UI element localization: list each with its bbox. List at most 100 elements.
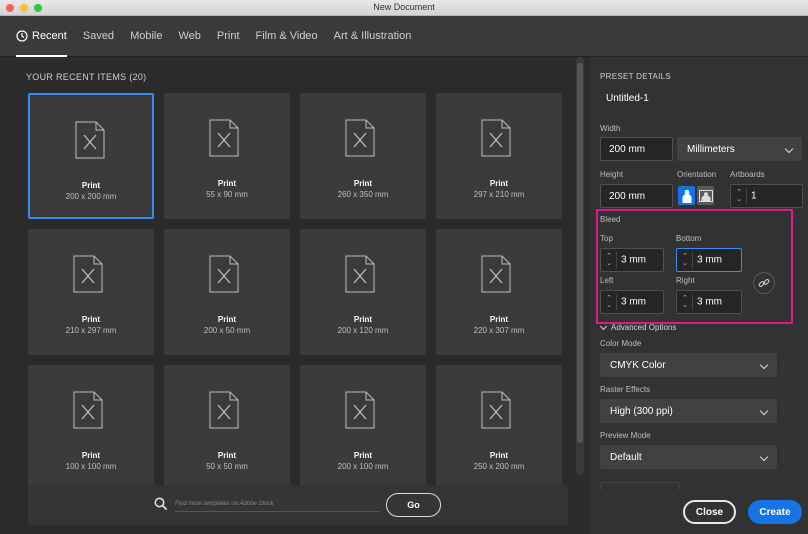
orientation-landscape-button[interactable] <box>697 186 714 205</box>
recent-item-card[interactable]: Print 200 x 100 mm <box>300 365 426 491</box>
recent-items-grid: Print 200 x 200 mm Print 55 x 90 mm Print 2… <box>28 93 578 503</box>
recent-items-title: YOUR RECENT ITEMS <box>26 72 127 82</box>
preview-mode-label: Preview Mode <box>600 431 651 440</box>
bleed-bottom-stepper[interactable]: ⌃ ⌄ 3 mm <box>676 248 742 272</box>
document-icon <box>73 391 103 429</box>
artboards-value: 1 <box>751 190 757 202</box>
title-bar: New Document <box>0 0 808 16</box>
item-size: 200 x 200 mm <box>65 192 117 201</box>
item-size: 200 x 100 mm <box>337 462 389 471</box>
item-size: 297 x 210 mm <box>473 190 525 199</box>
color-mode-select[interactable]: CMYK Color <box>600 353 777 377</box>
bleed-label: Bleed <box>600 215 621 224</box>
tab-art-illustration[interactable]: Art & Illustration <box>334 16 412 57</box>
tab-film-video[interactable]: Film & Video <box>256 16 318 57</box>
item-name: Print <box>489 451 509 460</box>
create-button[interactable]: Create <box>748 500 802 524</box>
height-input[interactable]: 200 mm <box>600 184 673 208</box>
recent-item-card[interactable]: Print 200 x 120 mm <box>300 229 426 355</box>
recent-item-card[interactable]: Print 200 x 200 mm <box>28 93 154 219</box>
category-tabs: Recent Saved Mobile Web Print Film & Vid… <box>0 16 808 57</box>
width-label: Width <box>600 124 621 133</box>
tab-recent[interactable]: Recent <box>16 16 67 57</box>
recent-item-card[interactable]: Print 55 x 90 mm <box>164 93 290 219</box>
bleed-right-stepper[interactable]: ⌃ ⌄ 3 mm <box>676 290 742 314</box>
units-select[interactable]: Millimeters <box>677 137 802 161</box>
document-name-field[interactable]: Untitled-1 <box>606 93 649 104</box>
item-size: 250 x 200 mm <box>473 462 525 471</box>
recent-item-card[interactable]: Print 100 x 100 mm <box>28 365 154 491</box>
chevron-down-icon <box>759 452 769 462</box>
scrollbar-thumb[interactable] <box>577 63 583 443</box>
recent-items-panel: YOUR RECENT ITEMS (20) Print 200 x 200 mm… <box>10 57 588 534</box>
recent-items-scrollbar[interactable] <box>576 57 584 475</box>
stepper-divider <box>616 252 617 268</box>
item-size: 200 x 50 mm <box>203 326 251 335</box>
item-size: 200 x 120 mm <box>337 326 389 335</box>
recent-item-card[interactable]: Print 200 x 50 mm <box>164 229 290 355</box>
color-mode-label: Color Mode <box>600 339 642 348</box>
preset-details-panel: PRESET DETAILS Untitled-1 Width 200 mm M… <box>590 57 808 534</box>
tab-print[interactable]: Print <box>217 16 240 57</box>
item-size: 260 x 350 mm <box>337 190 389 199</box>
tab-mobile[interactable]: Mobile <box>130 16 162 57</box>
item-size: 100 x 100 mm <box>65 462 117 471</box>
more-options-edge <box>600 482 680 490</box>
raster-effects-value: High (300 ppi) <box>610 405 673 417</box>
stepper-arrows-icon[interactable]: ⌃ ⌄ <box>605 295 613 309</box>
item-size: 210 x 297 mm <box>65 326 117 335</box>
bleed-right-label: Right <box>676 276 695 285</box>
raster-effects-select[interactable]: High (300 ppi) <box>600 399 777 423</box>
artboards-stepper[interactable]: ⌃ ⌄ 1 <box>730 184 803 208</box>
recent-item-card[interactable]: Print 220 x 307 mm <box>436 229 562 355</box>
document-icon <box>73 255 103 293</box>
close-button[interactable]: Close <box>683 500 736 524</box>
bleed-left-stepper[interactable]: ⌃ ⌄ 3 mm <box>600 290 664 314</box>
recent-item-card[interactable]: Print 260 x 350 mm <box>300 93 426 219</box>
window-title: New Document <box>373 2 435 12</box>
height-label: Height <box>600 170 624 179</box>
recent-item-card[interactable]: Print 210 x 297 mm <box>28 229 154 355</box>
item-name: Print <box>217 315 237 324</box>
recent-item-card[interactable]: Print 297 x 210 mm <box>436 93 562 219</box>
go-button[interactable]: Go <box>386 493 441 517</box>
advanced-options-toggle[interactable]: Advanced Options <box>599 322 677 332</box>
recent-items-header: YOUR RECENT ITEMS (20) <box>26 72 146 82</box>
stepper-divider <box>616 294 617 310</box>
orientation-label: Orientation <box>677 170 717 179</box>
tab-label: Film & Video <box>255 30 318 42</box>
item-name: Print <box>353 315 373 324</box>
bleed-top-stepper[interactable]: ⌃ ⌄ 3 mm <box>600 248 664 272</box>
tab-saved[interactable]: Saved <box>83 16 114 57</box>
stepper-arrows-icon[interactable]: ⌃ ⌄ <box>681 295 689 309</box>
tab-label: Web <box>178 30 201 42</box>
raster-effects-label: Raster Effects <box>600 385 651 394</box>
document-icon <box>481 255 511 293</box>
stock-search-input[interactable]: Find more templates on Adobe Stock <box>175 498 380 512</box>
stepper-divider <box>746 188 747 204</box>
stepper-arrows-icon[interactable]: ⌃ ⌄ <box>735 189 743 203</box>
link-bleed-button[interactable] <box>753 272 775 294</box>
stepper-arrows-icon[interactable]: ⌃ ⌄ <box>681 253 689 267</box>
bleed-left-label: Left <box>600 276 614 285</box>
tab-web[interactable]: Web <box>178 16 200 57</box>
bleed-bottom-label: Bottom <box>676 234 702 243</box>
portrait-icon <box>682 189 691 203</box>
document-icon <box>209 255 239 293</box>
document-icon <box>345 119 375 157</box>
item-name: Print <box>489 315 509 324</box>
item-size: 55 x 90 mm <box>206 190 248 199</box>
advanced-options-label: Advanced Options <box>611 323 677 332</box>
landscape-icon <box>698 189 713 202</box>
stepper-arrows-icon[interactable]: ⌃ ⌄ <box>605 253 613 267</box>
chevron-down-icon <box>759 360 769 370</box>
width-input[interactable]: 200 mm <box>600 137 673 161</box>
color-mode-value: CMYK Color <box>610 359 666 371</box>
recent-item-card[interactable]: Print 50 x 50 mm <box>164 365 290 491</box>
item-name: Print <box>217 179 237 188</box>
preview-mode-select[interactable]: Default <box>600 445 777 469</box>
orientation-portrait-button[interactable] <box>678 186 695 205</box>
recent-item-card[interactable]: Print 250 x 200 mm <box>436 365 562 491</box>
document-icon <box>209 119 239 157</box>
item-name: Print <box>81 181 101 190</box>
